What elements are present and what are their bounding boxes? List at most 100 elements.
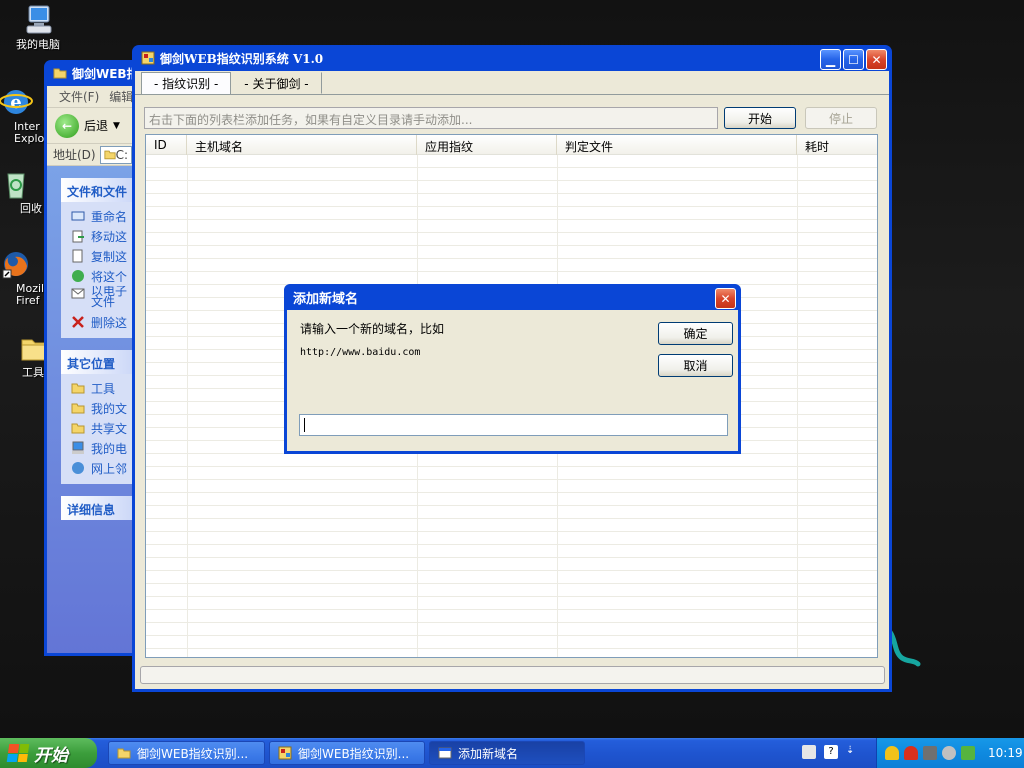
tab-about[interactable]: - 关于御剑 -: [231, 72, 322, 94]
column-header-host[interactable]: 主机域名: [187, 135, 417, 155]
desktop-icon-my-computer[interactable]: 我的电脑: [0, 4, 76, 51]
place-network[interactable]: 网上邻: [71, 458, 141, 478]
network-icon: [71, 461, 85, 475]
back-button[interactable]: ← 后退 ▼: [55, 113, 120, 138]
tab-strip: - 指纹识别 - - 关于御剑 -: [135, 71, 889, 95]
place-my-computer[interactable]: 我的电: [71, 438, 141, 458]
dialog-titlebar[interactable]: 添加新域名: [287, 284, 738, 310]
folder-icon: [117, 746, 131, 760]
stop-button[interactable]: 停止: [805, 107, 877, 129]
folder-icon: [53, 66, 67, 80]
recycle-bin-icon: [0, 168, 33, 200]
folder-icon: [71, 401, 85, 415]
email-icon: [71, 286, 85, 300]
task-move[interactable]: 移动这: [71, 226, 141, 246]
security-shield-icon[interactable]: [885, 746, 899, 760]
place-my-documents[interactable]: 我的文: [71, 398, 141, 418]
task-panel-header[interactable]: 文件和文件: [61, 178, 141, 202]
column-header-fingerprint[interactable]: 应用指纹: [417, 135, 557, 155]
address-label: 地址(D): [53, 148, 96, 162]
column-header-time[interactable]: 耗时: [797, 135, 877, 155]
close-button[interactable]: ✕: [866, 49, 887, 70]
folder-icon: [71, 381, 85, 395]
window-icon: [438, 746, 452, 760]
address-value: C:: [115, 147, 129, 162]
start-button[interactable]: 开始: [724, 107, 796, 129]
column-divider: [187, 155, 188, 657]
place-label: 我的电: [91, 441, 128, 456]
clock[interactable]: 10:19: [988, 746, 1023, 760]
hint-field[interactable]: 右击下面的列表栏添加任务，如果有自定义目录请手动添加...: [144, 107, 718, 129]
copy-icon: [71, 249, 85, 263]
menu-edit[interactable]: 编辑: [109, 88, 133, 105]
dialog-client: 请输入一个新的域名，比如 http://www.baidu.com 确定 取消: [287, 310, 738, 451]
task-panel-header[interactable]: 其它位置: [61, 350, 141, 374]
main-title: 御剑WEB指纹识别系统 V1.0: [160, 51, 324, 66]
firefox-icon: [0, 248, 33, 280]
quick-tray: ? ⇣: [802, 745, 854, 759]
explorer-title: 御剑WEB指: [72, 66, 139, 81]
rename-icon: [71, 209, 85, 223]
computer-icon: [21, 4, 55, 36]
task-label: 重命名: [91, 209, 128, 224]
add-domain-dialog[interactable]: 添加新域名 ✕ 请输入一个新的域名，比如 http://www.baidu.co…: [284, 284, 741, 454]
system-tray: 10:19: [876, 738, 1024, 768]
explorer-titlebar[interactable]: 御剑WEB指: [47, 60, 141, 86]
start-label: 开始: [34, 745, 68, 766]
tab-fingerprint[interactable]: - 指纹识别 -: [141, 72, 232, 94]
task-delete[interactable]: 删除这: [71, 312, 141, 332]
start-menu-button[interactable]: 开始: [0, 738, 97, 768]
move-icon: [71, 229, 85, 243]
cancel-button[interactable]: 取消: [658, 354, 733, 377]
ok-button[interactable]: 确定: [658, 322, 733, 345]
task-copy[interactable]: 复制这: [71, 246, 141, 266]
globe-icon: [71, 269, 85, 283]
task-label: 复制这: [91, 249, 128, 264]
task-panel-other-places: 其它位置 工具 我的文 共享文 我的电 网上邻: [61, 350, 141, 484]
alert-shield-icon[interactable]: [904, 746, 918, 760]
task-publish[interactable]: 将这个: [71, 266, 141, 286]
minimize-icon: ▁: [825, 52, 836, 67]
text-caret: [304, 417, 305, 432]
chevron-down-icon[interactable]: ⇣: [846, 745, 854, 759]
keyboard-icon[interactable]: [802, 745, 816, 759]
address-field[interactable]: C:: [99, 145, 133, 164]
explorer-client: 文件(F) 编辑 ← 后退 ▼ 地址(D) C: 文件和文件 重命名 移动这 复…: [47, 86, 141, 653]
app-icon: [141, 51, 155, 65]
place-label: 共享文: [91, 421, 128, 436]
close-icon: ✕: [871, 52, 882, 67]
taskbar-item-main-app[interactable]: 御剑WEB指纹识别...: [269, 741, 425, 765]
speaker-icon[interactable]: [961, 746, 975, 760]
column-header-file[interactable]: 判定文件: [557, 135, 797, 155]
menu-file[interactable]: 文件(F): [59, 88, 99, 105]
back-arrow-icon: ←: [55, 113, 79, 138]
minimize-button[interactable]: ▁: [820, 49, 841, 70]
maximize-button[interactable]: ☐: [843, 49, 864, 70]
taskbar-item-explorer[interactable]: 御剑WEB指纹识别...: [108, 741, 265, 765]
place-tools[interactable]: 工具: [71, 378, 141, 398]
task-panel-header[interactable]: 详细信息: [61, 496, 141, 520]
dialog-close-button[interactable]: ✕: [715, 288, 736, 309]
title-buttons: ▁ ☐ ✕: [820, 49, 887, 70]
place-label: 我的文: [91, 401, 128, 416]
task-rename[interactable]: 重命名: [71, 206, 141, 226]
network-icon[interactable]: [942, 746, 956, 760]
vm-icon[interactable]: [923, 746, 937, 760]
column-header-id[interactable]: ID: [146, 135, 187, 155]
control-row: 右击下面的列表栏添加任务，如果有自定义目录请手动添加... 开始 停止: [144, 107, 882, 131]
dialog-example: http://www.baidu.com: [300, 347, 421, 358]
dialog-title: 添加新域名: [293, 291, 359, 307]
explorer-menubar: 文件(F) 编辑: [47, 86, 141, 108]
help-icon[interactable]: ?: [824, 745, 838, 759]
place-shared-documents[interactable]: 共享文: [71, 418, 141, 438]
taskbar-item-label: 御剑WEB指纹识别...: [137, 746, 249, 761]
chevron-down-icon[interactable]: ▼: [113, 121, 120, 131]
main-titlebar[interactable]: 御剑WEB指纹识别系统 V1.0: [135, 45, 889, 71]
task-label: 将这个: [91, 269, 128, 284]
task-panel-details: 详细信息: [61, 496, 141, 520]
domain-input[interactable]: [299, 414, 728, 436]
task-panel-file-tasks: 文件和文件 重命名 移动这 复制这 将这个 以电子 文件 删除这: [61, 178, 141, 338]
explorer-window[interactable]: 御剑WEB指 文件(F) 编辑 ← 后退 ▼ 地址(D) C: 文件和文件 重命…: [44, 60, 144, 656]
task-email[interactable]: 以电子 文件: [71, 286, 141, 312]
taskbar-item-dialog[interactable]: 添加新域名: [429, 741, 585, 765]
